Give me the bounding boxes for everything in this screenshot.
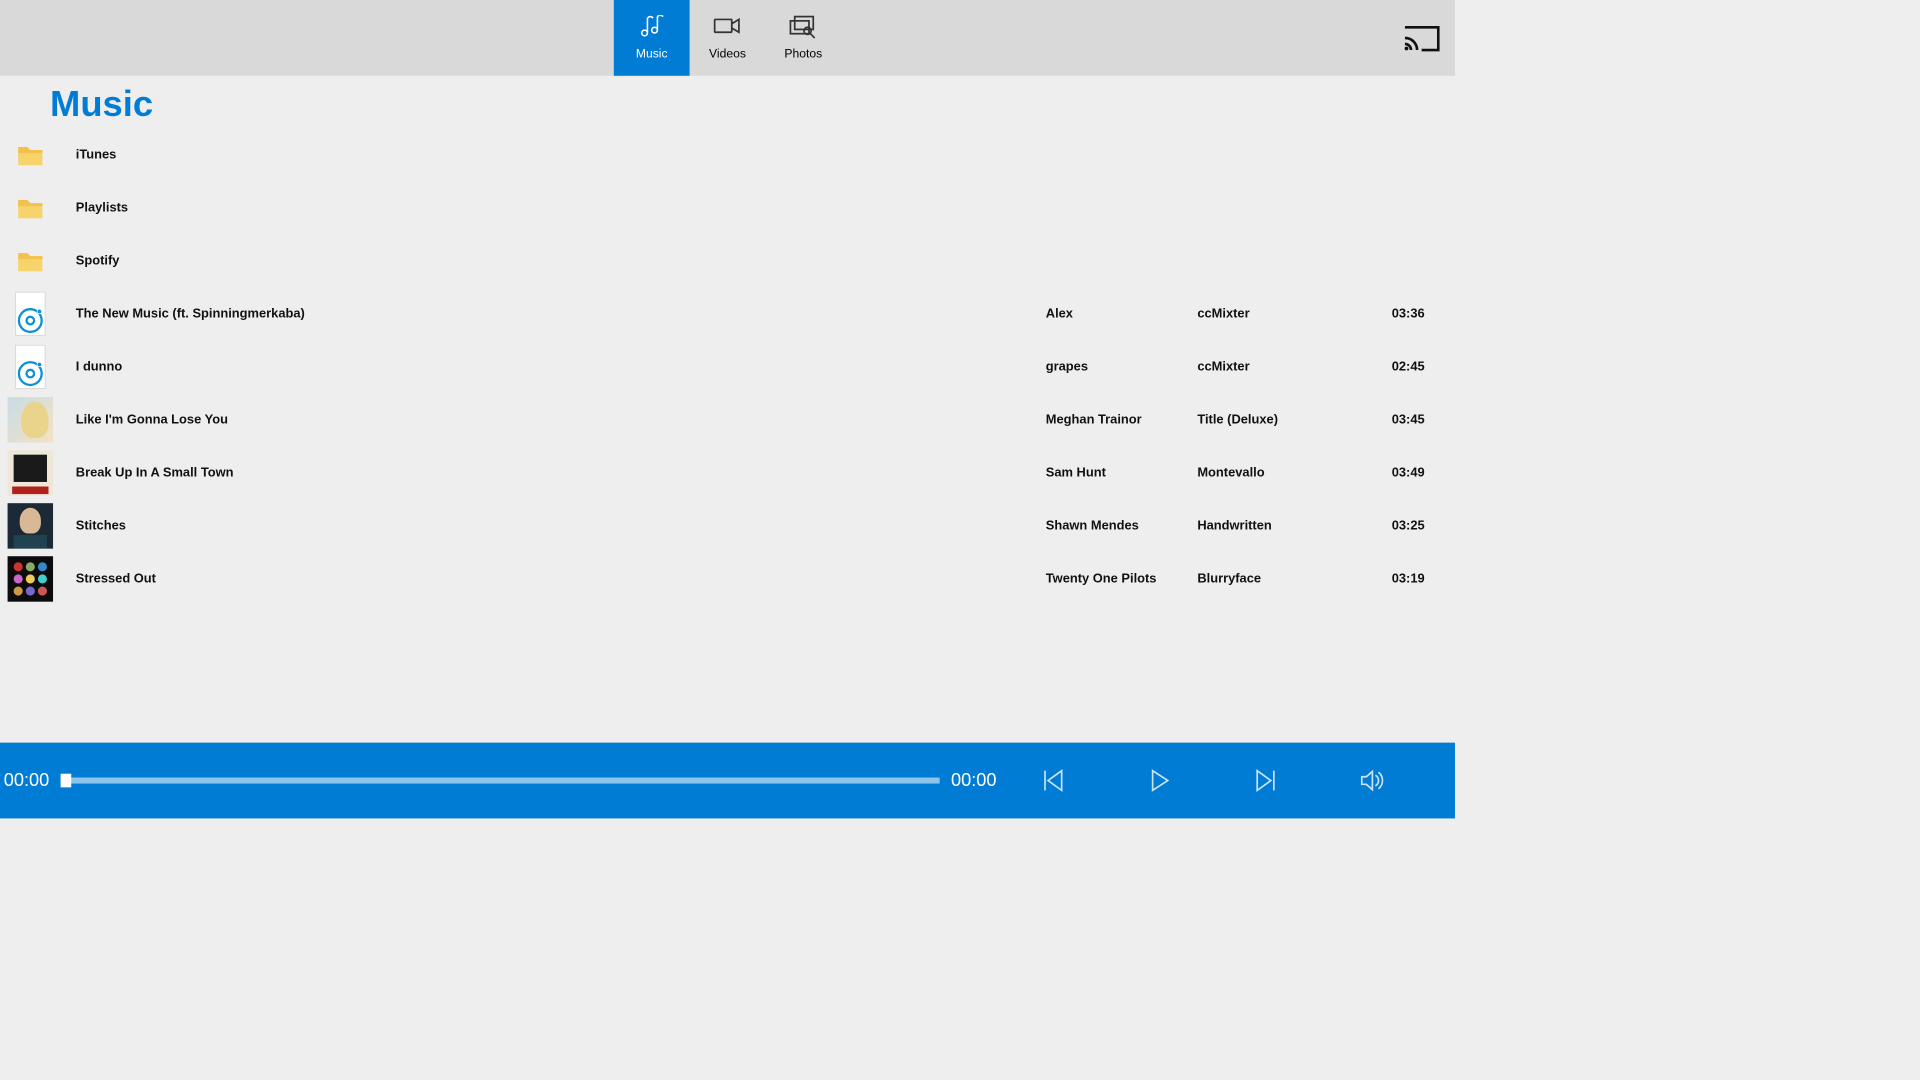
track-art — [8, 450, 53, 495]
track-album: ccMixter — [1197, 359, 1371, 374]
track-art — [8, 291, 53, 336]
track-artist: grapes — [1046, 359, 1198, 374]
track-title: Break Up In A Small Town — [76, 465, 1046, 480]
track-artist: Sam Hunt — [1046, 465, 1198, 480]
folder-row[interactable]: iTunes — [0, 128, 1455, 181]
tab-music[interactable]: Music — [614, 0, 690, 76]
track-artist: Shawn Mendes — [1046, 518, 1198, 533]
video-icon — [713, 15, 742, 43]
track-art — [8, 503, 53, 548]
track-row[interactable]: Stressed Out Twenty One Pilots Blurryfac… — [0, 552, 1455, 605]
track-album: ccMixter — [1197, 306, 1371, 321]
play-button[interactable] — [1106, 743, 1212, 819]
track-duration: 02:45 — [1372, 359, 1425, 374]
track-row[interactable]: Like I'm Gonna Lose You Meghan Trainor T… — [0, 393, 1455, 446]
track-duration: 03:49 — [1372, 465, 1425, 480]
folder-name: Spotify — [76, 253, 1046, 268]
track-duration: 03:19 — [1372, 571, 1425, 586]
music-icon — [637, 15, 666, 43]
folder-name: iTunes — [76, 147, 1046, 162]
tab-music-label: Music — [636, 47, 668, 61]
track-title: Like I'm Gonna Lose You — [76, 412, 1046, 427]
track-art — [8, 556, 53, 601]
track-row[interactable]: Stitches Shawn Mendes Handwritten 03:25 — [0, 499, 1455, 552]
progress-track[interactable] — [61, 778, 940, 784]
track-duration: 03:36 — [1372, 306, 1425, 321]
page-title: Music — [50, 83, 1455, 125]
folder-icon — [8, 132, 53, 177]
tab-strip: Music Videos Photos — [614, 0, 841, 76]
player-bar: 00:00 00:00 — [0, 743, 1455, 819]
track-row[interactable]: Break Up In A Small Town Sam Hunt Montev… — [0, 446, 1455, 499]
track-art — [8, 397, 53, 442]
next-button[interactable] — [1212, 743, 1318, 819]
volume-button[interactable] — [1319, 743, 1425, 819]
track-artist: Alex — [1046, 306, 1198, 321]
time-elapsed: 00:00 — [0, 770, 53, 791]
track-album: Montevallo — [1197, 465, 1371, 480]
track-art — [8, 344, 53, 389]
track-artist: Twenty One Pilots — [1046, 571, 1198, 586]
folder-name: Playlists — [76, 200, 1046, 215]
tab-videos[interactable]: Videos — [690, 0, 766, 76]
track-title: I dunno — [76, 359, 1046, 374]
time-total: 00:00 — [947, 770, 1000, 791]
track-album: Blurryface — [1197, 571, 1371, 586]
media-list: iTunes Playlists Spotify The New Music (… — [0, 128, 1455, 605]
folder-row[interactable]: Playlists — [0, 181, 1455, 234]
prev-button[interactable] — [1000, 743, 1106, 819]
tab-videos-label: Videos — [709, 47, 746, 61]
track-title: The New Music (ft. Spinningmerkaba) — [76, 306, 1046, 321]
tab-photos[interactable]: Photos — [765, 0, 841, 76]
tab-photos-label: Photos — [784, 47, 822, 61]
cast-button[interactable] — [1403, 23, 1439, 57]
track-title: Stressed Out — [76, 571, 1046, 586]
track-album: Handwritten — [1197, 518, 1371, 533]
top-bar: Music Videos Photos — [0, 0, 1455, 76]
folder-icon — [8, 238, 53, 283]
track-duration: 03:25 — [1372, 518, 1425, 533]
folder-row[interactable]: Spotify — [0, 234, 1455, 287]
track-row[interactable]: The New Music (ft. Spinningmerkaba) Alex… — [0, 287, 1455, 340]
photos-icon — [789, 15, 818, 43]
folder-icon — [8, 185, 53, 230]
track-album: Title (Deluxe) — [1197, 412, 1371, 427]
track-row[interactable]: I dunno grapes ccMixter 02:45 — [0, 340, 1455, 393]
track-artist: Meghan Trainor — [1046, 412, 1198, 427]
track-duration: 03:45 — [1372, 412, 1425, 427]
track-title: Stitches — [76, 518, 1046, 533]
progress-thumb[interactable] — [61, 774, 72, 788]
